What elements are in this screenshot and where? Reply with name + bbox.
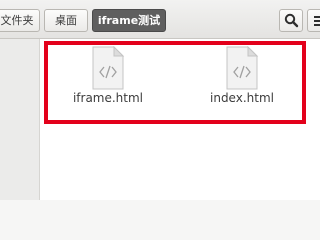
breadcrumb-folder[interactable]: 文件夹 [0, 9, 40, 32]
file-name: index.html [210, 91, 274, 105]
breadcrumb-desktop[interactable]: 桌面 [44, 9, 88, 32]
search-button[interactable] [279, 9, 303, 32]
search-icon [284, 13, 299, 28]
menu-button[interactable] [307, 9, 320, 32]
toolbar: 文件夹 桌面 iframe测试 [0, 0, 320, 39]
sidebar [0, 39, 40, 200]
html-file-icon [92, 46, 125, 90]
hamburger-menu-icon [314, 16, 320, 26]
breadcrumb-current[interactable]: iframe测试 [92, 9, 166, 32]
file-item-iframe-html[interactable]: iframe.html [58, 46, 158, 105]
file-name: iframe.html [72, 91, 144, 105]
html-file-icon [226, 46, 259, 90]
file-item-index-html[interactable]: index.html [192, 46, 292, 105]
